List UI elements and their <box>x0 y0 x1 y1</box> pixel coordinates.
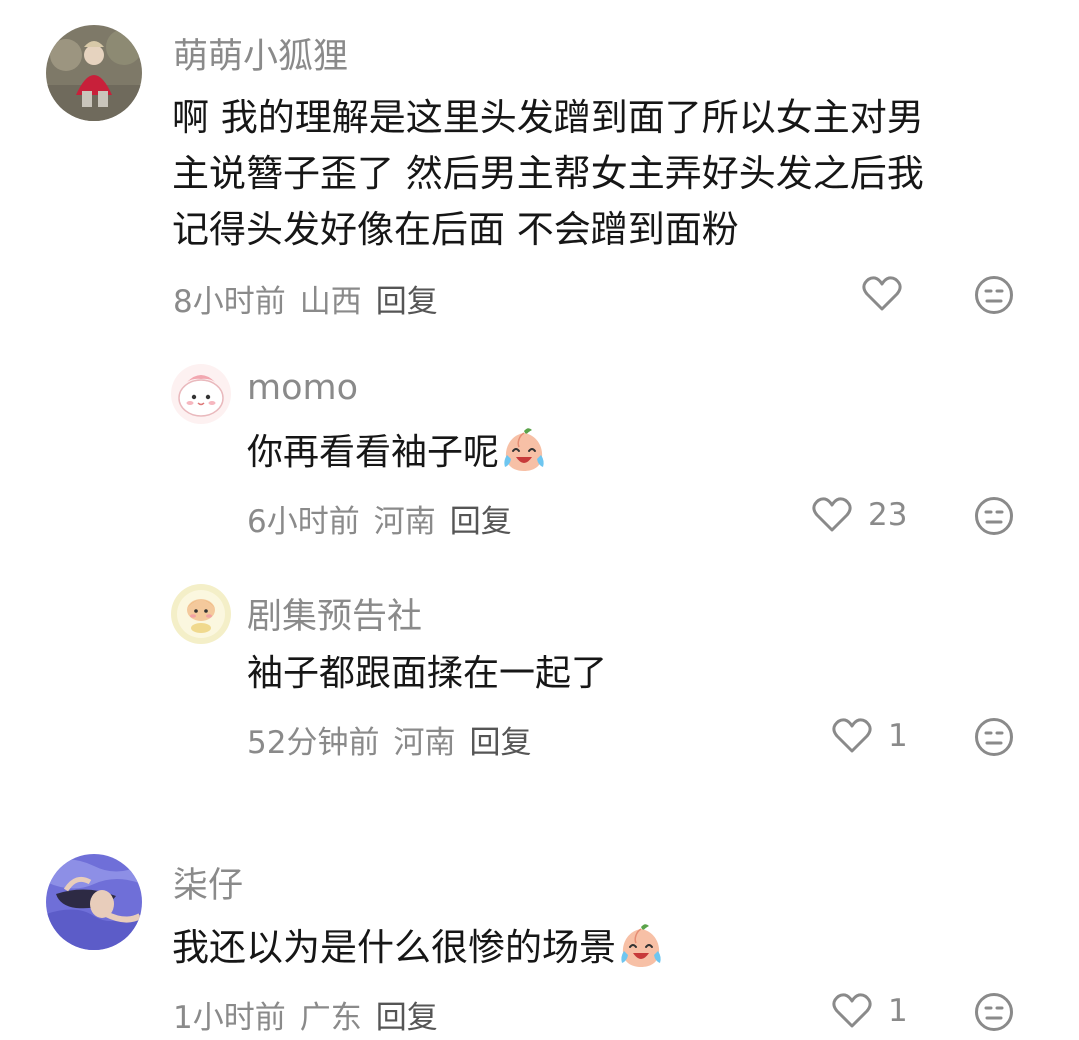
crying-laughing-peach-icon <box>621 923 661 967</box>
dislike-button[interactable] <box>974 717 1014 757</box>
comment-text-line: 记得头发好像在后面 不会蹭到面粉 <box>172 208 739 251</box>
dislike-button[interactable] <box>974 496 1014 536</box>
reply-button[interactable]: 回复 <box>469 717 531 762</box>
heart-outline-icon <box>812 497 852 532</box>
heart-outline-icon <box>832 993 872 1028</box>
like-button[interactable]: 1 <box>832 992 908 1030</box>
like-button[interactable] <box>862 275 902 313</box>
comment-meta: 8小时前 山西 回复 <box>173 276 452 321</box>
neutral-face-icon <box>975 718 1013 756</box>
heart-outline-icon <box>862 276 902 311</box>
comment-meta: 1小时前 广东 回复 <box>173 992 452 1037</box>
heart-outline-icon <box>832 718 872 753</box>
avatar[interactable] <box>46 25 142 121</box>
author-name[interactable]: momo <box>247 368 358 408</box>
comment-text: 啊 我的理解是这里头发蹭到面了所以女主对男 主说簪子歪了 然后男主帮女主弄好头发… <box>172 90 1052 258</box>
like-count: 1 <box>888 993 908 1029</box>
comment-text: 我还以为是什么很惨的场景 <box>172 920 664 976</box>
location: 广东 <box>299 1000 362 1036</box>
comment-text-line: 啊 我的理解是这里头发蹭到面了所以女主对男 <box>172 96 924 139</box>
comment-text-content: 袖子都跟面揉在一起了 <box>247 653 608 694</box>
timestamp: 8小时前 <box>173 284 286 320</box>
comment-meta: 52分钟前 河南 回复 <box>247 717 545 762</box>
reply-button[interactable]: 回复 <box>376 992 438 1037</box>
comment-text-content: 你再看看袖子呢 <box>247 432 500 473</box>
comment-text-content: 我还以为是什么很惨的场景 <box>172 926 616 969</box>
like-count: 1 <box>888 718 908 754</box>
comment-meta: 6小时前 河南 回复 <box>247 496 526 541</box>
author-name[interactable]: 萌萌小狐狸 <box>173 28 348 79</box>
neutral-face-icon <box>975 276 1013 314</box>
timestamp: 52分钟前 <box>247 725 380 761</box>
location: 河南 <box>393 725 456 761</box>
dislike-button[interactable] <box>974 992 1014 1032</box>
author-name[interactable]: 剧集预告社 <box>247 588 422 639</box>
location: 河南 <box>373 504 436 540</box>
neutral-face-icon <box>975 993 1013 1031</box>
comment-text: 你再看看袖子呢 <box>247 425 547 481</box>
avatar[interactable] <box>171 364 231 424</box>
author-name[interactable]: 柒仔 <box>173 857 243 908</box>
avatar[interactable] <box>171 584 231 644</box>
neutral-face-icon <box>975 497 1013 535</box>
crying-laughing-peach-icon <box>504 428 544 471</box>
avatar[interactable] <box>46 854 142 950</box>
location: 山西 <box>299 284 362 320</box>
like-button[interactable]: 1 <box>832 717 908 755</box>
reply-button[interactable]: 回复 <box>376 276 438 321</box>
timestamp: 6小时前 <box>247 504 360 540</box>
reply-button[interactable]: 回复 <box>450 496 512 541</box>
like-button[interactable]: 23 <box>812 496 907 534</box>
timestamp: 1小时前 <box>173 1000 286 1036</box>
like-count: 23 <box>868 497 908 533</box>
comment-text: 袖子都跟面揉在一起了 <box>247 646 607 702</box>
dislike-button[interactable] <box>974 275 1014 315</box>
comment-text-line: 主说簪子歪了 然后男主帮女主弄好头发之后我 <box>172 152 924 195</box>
